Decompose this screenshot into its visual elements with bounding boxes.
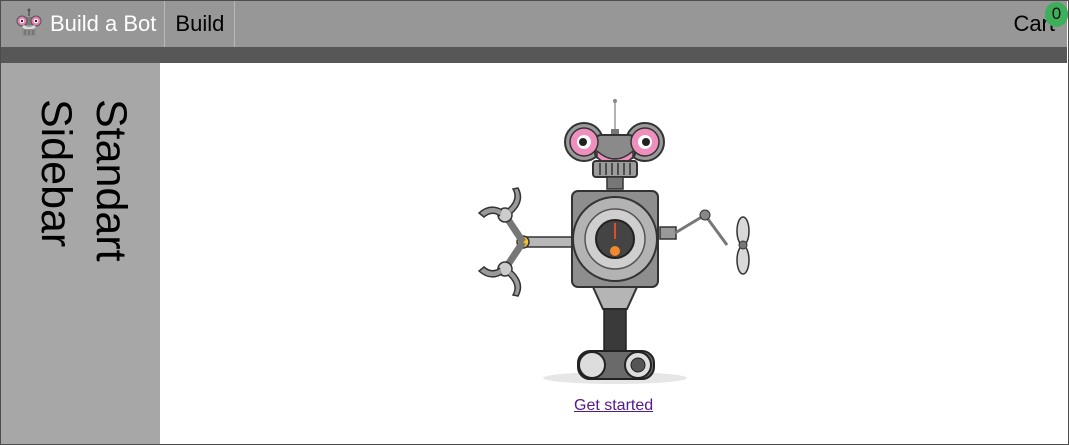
- cart-count-badge: 0: [1045, 2, 1068, 27]
- brand-link[interactable]: Build a Bot: [1, 1, 166, 47]
- cart-link[interactable]: Cart 0: [1013, 1, 1068, 47]
- get-started-link[interactable]: Get started: [574, 397, 653, 415]
- robot-illustration: [477, 99, 750, 384]
- nav-build-link[interactable]: Build: [165, 1, 236, 47]
- robot-head-logo-icon: [16, 8, 42, 36]
- header-divider-strip: [1, 47, 1067, 63]
- main-content: Get started: [160, 63, 1067, 444]
- top-nav-bar: Build a Bot Build Cart 0: [1, 1, 1068, 47]
- sidebar-title: Standart Sidebar: [32, 99, 135, 262]
- brand-label: Build a Bot: [50, 11, 157, 36]
- sidebar: Standart Sidebar: [1, 63, 160, 444]
